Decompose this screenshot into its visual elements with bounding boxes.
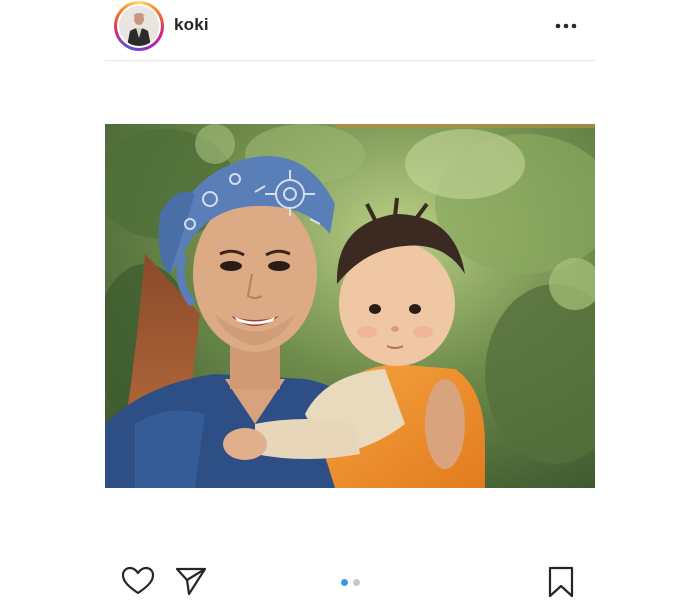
more-options-icon[interactable] [551, 15, 581, 37]
carousel-dot-active[interactable] [341, 579, 348, 586]
post-header: koki [105, 0, 595, 61]
post-action-bar [105, 560, 595, 600]
carousel-dot[interactable] [353, 579, 360, 586]
instagram-post: koki [105, 0, 595, 600]
post-photo[interactable] [105, 124, 595, 488]
profile-avatar[interactable] [114, 1, 164, 51]
bookmark-icon[interactable] [546, 565, 576, 599]
carousel-indicator [338, 579, 364, 587]
post-username[interactable]: koki [174, 15, 209, 35]
paper-plane-icon[interactable] [174, 566, 208, 596]
avatar-image [119, 6, 159, 46]
avatar-border [117, 4, 161, 48]
heart-icon[interactable] [121, 566, 155, 596]
